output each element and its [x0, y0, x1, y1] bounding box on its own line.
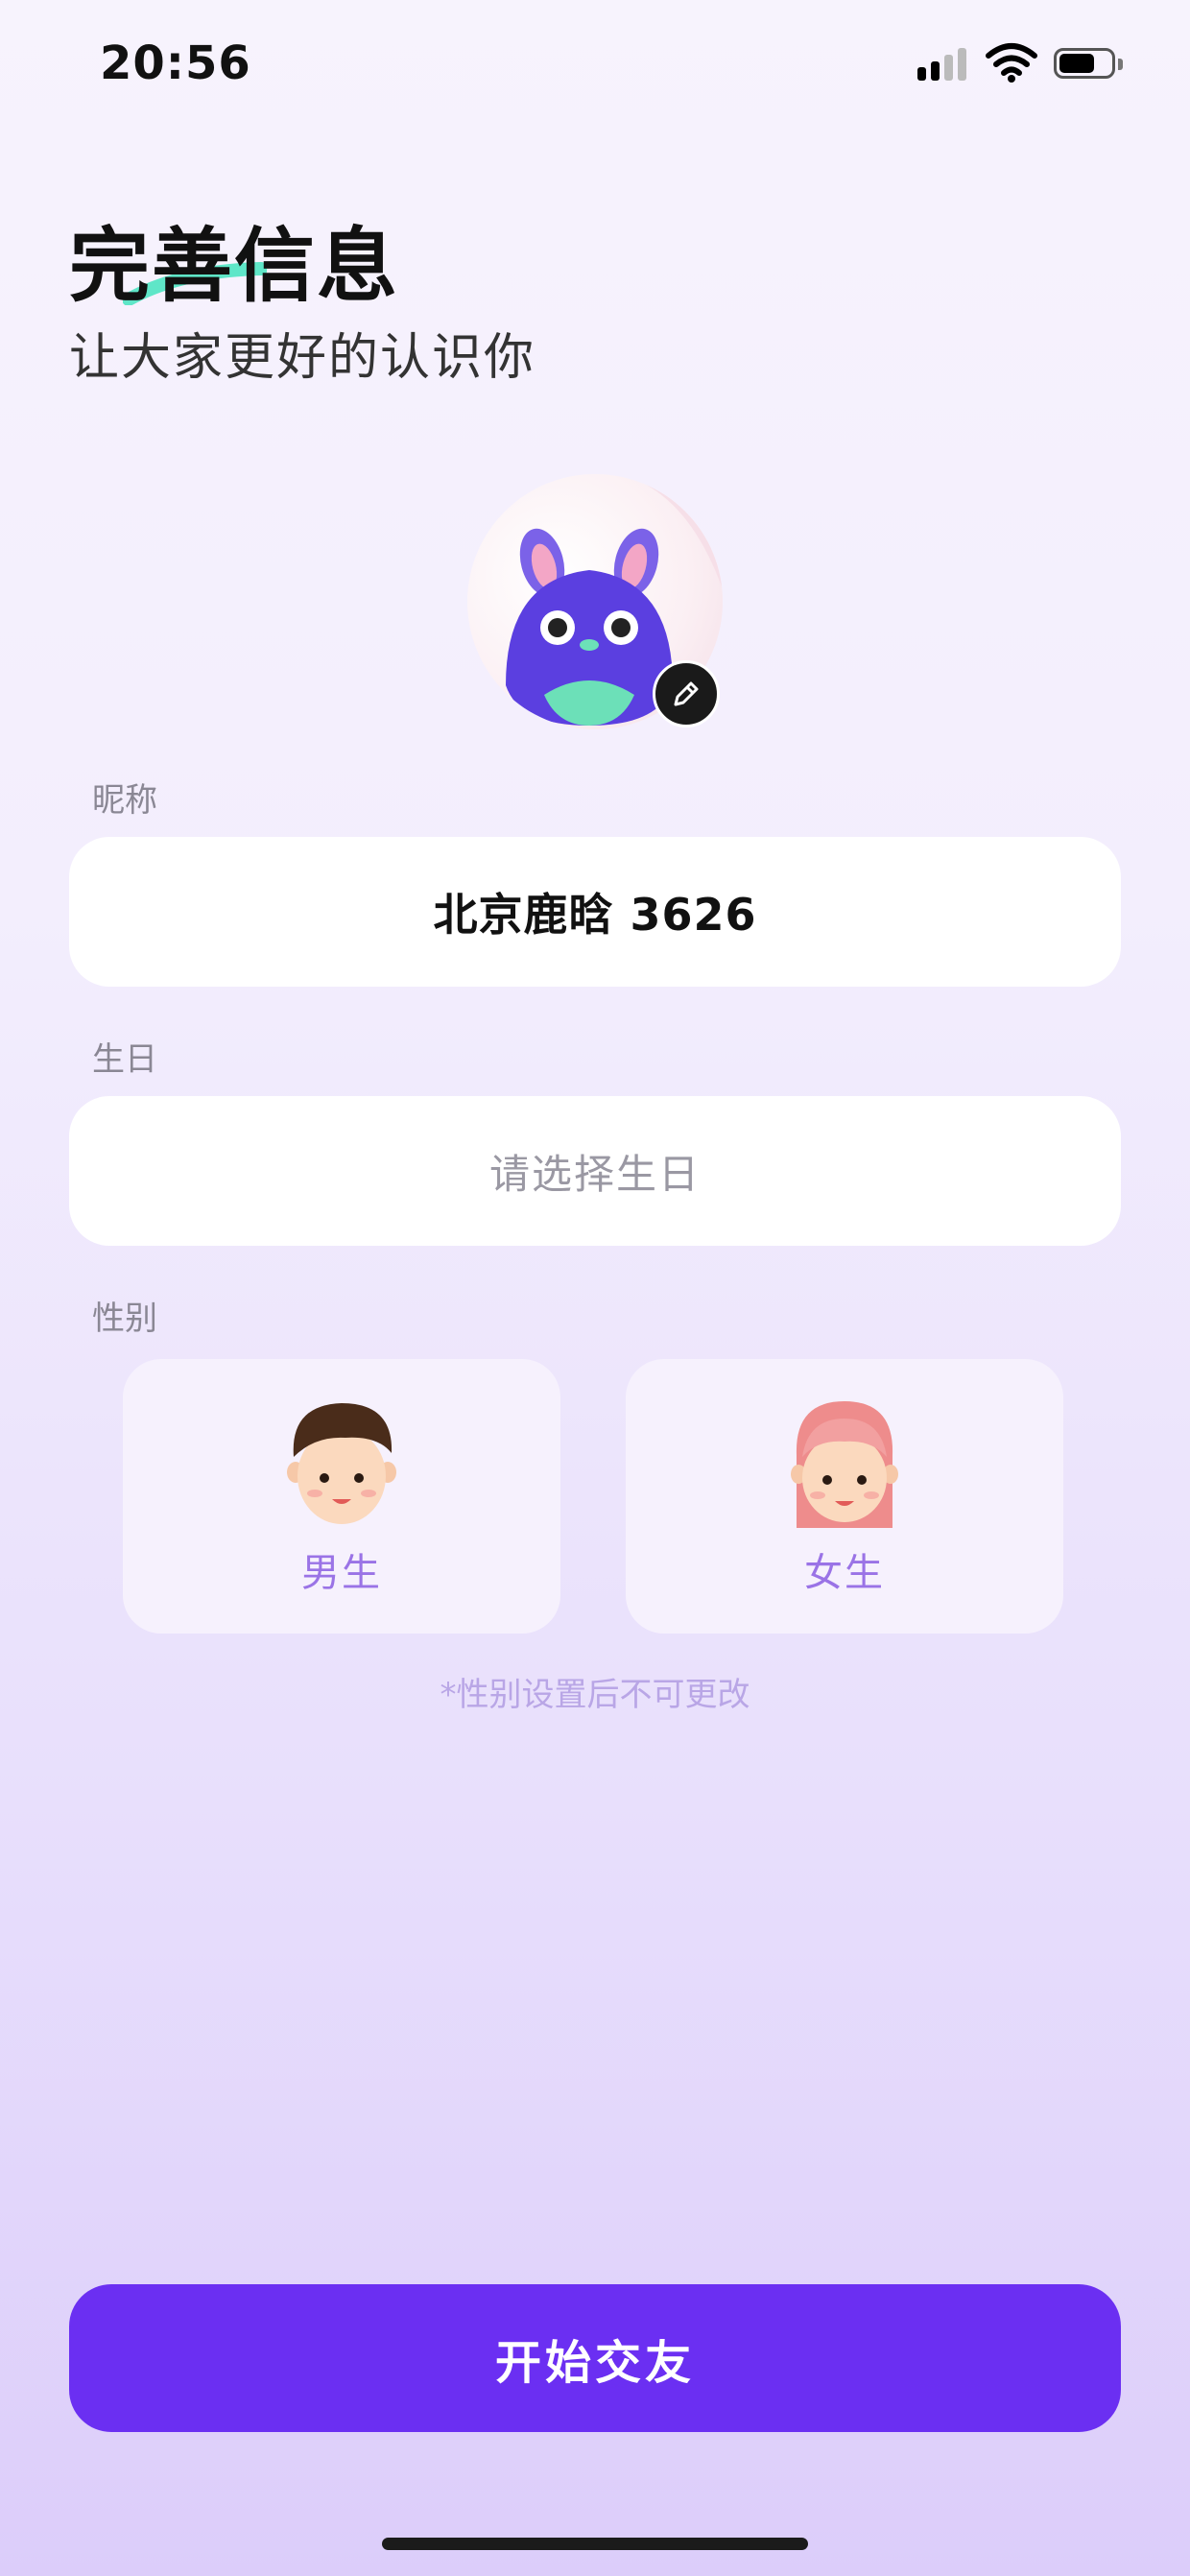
- status-time: 20:56: [100, 36, 251, 90]
- start-making-friends-button[interactable]: 开始交友: [69, 2284, 1121, 2432]
- cellular-signal-icon: [917, 48, 967, 81]
- edit-avatar-button[interactable]: [653, 660, 720, 727]
- wifi-icon: [985, 42, 1038, 83]
- gender-option-female[interactable]: 女生: [626, 1359, 1063, 1634]
- nickname-field[interactable]: 北京鹿晗 3626: [69, 837, 1121, 987]
- gender-note: *性别设置后不可更改: [440, 1676, 750, 1714]
- girl-avatar-icon: [791, 1401, 898, 1528]
- pencil-icon: [674, 681, 699, 706]
- nickname-value: 北京鹿晗 3626: [433, 889, 757, 941]
- gender-label: 性别: [92, 1300, 157, 1338]
- birthday-placeholder: 请选择生日: [488, 1150, 701, 1198]
- page-title: 完善信息: [69, 219, 400, 313]
- page-subtitle: 让大家更好的认识你: [69, 329, 536, 387]
- gender-option-female-label: 女生: [804, 1551, 885, 1595]
- birthday-picker[interactable]: 请选择生日: [69, 1096, 1121, 1246]
- boy-avatar-icon: [287, 1403, 396, 1524]
- home-indicator: [382, 2538, 808, 2550]
- gender-option-male-label: 男生: [301, 1551, 382, 1595]
- birthday-label: 生日: [92, 1040, 157, 1079]
- nickname-label: 昵称: [92, 781, 157, 820]
- battery-icon: [1054, 48, 1123, 81]
- gender-option-male[interactable]: 男生: [123, 1359, 560, 1634]
